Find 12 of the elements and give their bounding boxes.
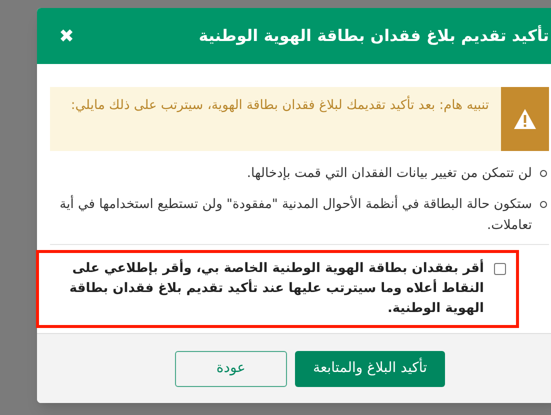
- bullet-icon: [540, 170, 547, 177]
- confirm-button[interactable]: تأكيد البلاغ والمتابعة: [294, 350, 445, 386]
- close-button[interactable]: ✖: [59, 22, 74, 50]
- bullet-icon: [540, 201, 547, 208]
- warning-icon: [513, 108, 537, 130]
- back-button[interactable]: عودة: [174, 350, 287, 386]
- acknowledgement-text: أقر بفقدان بطاقة الهوية الوطنية الخاصة بي، وأقر بإطلاعي على النقاط أعلاه وما سيترتب عليها عند تأكيد تقديم بلاغ فقدان بطاقة الهوية الوطنية.: [68, 259, 484, 318]
- dialog-title: تأكيد تقديم بلاغ فقدان بطاقة الهوية الوطنية: [198, 24, 549, 47]
- point-text: ستكون حالة البطاقة في أنظمة الأحوال المدنية "مفقودة" ولن تستطيع استخدامها في أية تعاملات.: [58, 194, 532, 235]
- point-text: لن تتمكن من تغيير بيانات الفقدان التي قمت بإدخالها.: [246, 165, 532, 183]
- checkbox[interactable]: [494, 263, 506, 275]
- alert-text: تنبيه هام: بعد تأكيد تقديمك لبلاغ فقدان بطاقة الهوية، سيترتب على ذلك مايلي:: [50, 87, 501, 151]
